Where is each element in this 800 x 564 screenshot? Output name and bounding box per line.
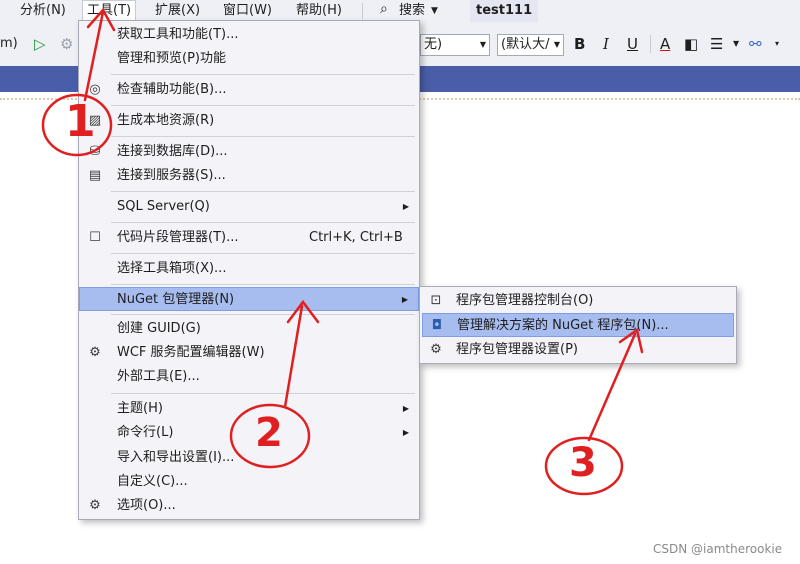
search-button[interactable]: 搜索 — [399, 0, 425, 22]
menu-item-label: 连接到数据库(D)... — [117, 144, 228, 159]
gear-icon: ⚙ — [430, 342, 442, 357]
toolbar-config-text[interactable]: m) — [0, 36, 18, 51]
menu-item-label: 获取工具和功能(T)... — [117, 27, 239, 42]
menu-item-get-tools[interactable]: 获取工具和功能(T)... — [79, 23, 419, 47]
menu-item-local-resources[interactable]: ▨ 生成本地资源(R) — [79, 109, 419, 133]
server-connect-icon: ▤ — [88, 168, 102, 183]
nuget-package-icon: ◘ — [431, 318, 443, 333]
chevron-down-icon: ▼ — [553, 40, 560, 49]
gear-icon: ⚙ — [89, 498, 101, 513]
menu-separator — [111, 253, 415, 254]
italic-button[interactable]: I — [603, 35, 609, 53]
menu-separator — [111, 314, 415, 315]
font-combo-value: 无) — [424, 37, 443, 52]
menu-item-accessibility[interactable]: ◎ 检查辅助功能(B)... — [79, 78, 419, 102]
menu-item-shortcut: Ctrl+K, Ctrl+B — [309, 230, 403, 245]
font-color-button[interactable]: A — [660, 35, 670, 53]
menu-item-label: 检查辅助功能(B)... — [117, 82, 227, 97]
tool-icon[interactable]: ⚙ — [60, 35, 73, 53]
menu-item-label: 生成本地资源(R) — [117, 113, 215, 128]
submenu-item-settings[interactable]: ⚙ 程序包管理器设置(P) — [420, 338, 736, 362]
menu-item-nuget[interactable]: NuGet 包管理器(N) ▶ — [79, 287, 419, 311]
menu-item-label: 管理解决方案的 NuGet 程序包(N)... — [457, 318, 669, 333]
menu-item-choose-toolbox[interactable]: 选择工具箱项(X)... — [79, 257, 419, 281]
menu-tools[interactable]: 工具(T) — [82, 0, 137, 22]
menu-item-create-guid[interactable]: 创建 GUID(G) — [79, 317, 419, 341]
menu-item-label: 主题(H) — [117, 401, 163, 416]
menu-separator — [111, 74, 415, 75]
menu-item-label: 程序包管理器设置(P) — [456, 342, 578, 357]
menu-item-label: 连接到服务器(S)... — [117, 168, 226, 183]
menu-separator — [111, 136, 415, 137]
menu-item-import-export[interactable]: 导入和导出设置(I)... — [79, 446, 419, 470]
menu-item-sql-server[interactable]: SQL Server(Q) ▶ — [79, 195, 419, 219]
menu-extensions[interactable]: 扩展(X) — [151, 0, 204, 22]
tools-menu: 获取工具和功能(T)... 管理和预览(P)功能 ◎ 检查辅助功能(B)... … — [78, 20, 420, 520]
search-icon[interactable]: ⌕ — [380, 1, 388, 17]
annotation-number-1: 1 — [65, 96, 96, 147]
menu-item-label: NuGet 包管理器(N) — [117, 292, 235, 307]
menu-separator — [111, 284, 415, 285]
submenu-arrow-icon: ▶ — [402, 404, 409, 413]
background-color-icon[interactable]: ◧ — [684, 35, 698, 53]
menu-separator — [111, 222, 415, 223]
menu-item-options[interactable]: ⚙ 选项(O)... — [79, 494, 419, 518]
menu-separator — [362, 3, 363, 19]
annotation-number-3: 3 — [569, 440, 597, 486]
menu-item-label: 代码片段管理器(T)... — [117, 230, 239, 245]
submenu-arrow-icon: ▶ — [401, 295, 408, 304]
toolbar-separator — [650, 35, 651, 53]
watermark: CSDN @iamtherookie — [653, 542, 783, 556]
menu-item-theme[interactable]: 主题(H) ▶ — [79, 397, 419, 421]
menu-item-external-tools[interactable]: 外部工具(E)... — [79, 365, 419, 389]
annotation-number-2: 2 — [255, 410, 283, 456]
submenu-arrow-icon: ▶ — [402, 428, 409, 437]
snippet-icon: ☐ — [89, 230, 101, 245]
menu-item-customize[interactable]: 自定义(C)... — [79, 470, 419, 494]
project-name: test111 — [470, 0, 539, 22]
menu-help[interactable]: 帮助(H) — [292, 0, 346, 22]
submenu-item-manage-packages[interactable]: ◘ 管理解决方案的 NuGet 程序包(N)... — [422, 313, 734, 337]
menu-item-snippet-manager[interactable]: ☐ 代码片段管理器(T)... Ctrl+K, Ctrl+B — [79, 226, 419, 250]
bold-button[interactable]: B — [574, 35, 585, 53]
menu-item-label: 导入和导出设置(I)... — [117, 450, 235, 465]
chevron-down-icon: ▼ — [479, 40, 486, 49]
menu-item-manage-preview[interactable]: 管理和预览(P)功能 — [79, 47, 419, 71]
menu-separator — [111, 393, 415, 394]
menu-separator — [111, 105, 415, 106]
menu-item-connect-database[interactable]: ⛁ 连接到数据库(D)... — [79, 140, 419, 164]
menu-item-label: 选项(O)... — [117, 498, 176, 513]
start-icon[interactable]: ▷ — [34, 35, 46, 53]
chevron-down-icon[interactable]: ▼ — [431, 0, 438, 22]
overflow-icon[interactable]: ▾ — [775, 35, 779, 53]
submenu-item-console[interactable]: ⊡ 程序包管理器控制台(O) — [420, 289, 736, 313]
menu-item-label: WCF 服务配置编辑器(W) — [117, 345, 265, 360]
menu-item-label: 自定义(C)... — [117, 474, 188, 489]
menu-item-wcf-editor[interactable]: ⚙ WCF 服务配置编辑器(W) — [79, 341, 419, 365]
menu-item-label: 外部工具(E)... — [117, 369, 200, 384]
font-size-combo-value: (默认大/ — [501, 37, 550, 52]
menu-bar: 分析(N) 工具(T) 扩展(X) 窗口(W) 帮助(H) ⌕ 搜索 ▼ tes… — [0, 0, 800, 22]
align-icon[interactable]: ☰ — [710, 35, 723, 53]
font-size-combo[interactable]: (默认大/ ▼ — [497, 34, 564, 56]
wcf-config-icon: ⚙ — [89, 345, 101, 360]
menu-item-label: 管理和预览(P)功能 — [117, 51, 226, 66]
menu-item-label: 命令行(L) — [117, 425, 174, 440]
link-icon[interactable]: ⚯ — [749, 35, 762, 53]
menu-analyze[interactable]: 分析(N) — [16, 0, 70, 22]
console-icon: ⊡ — [430, 293, 442, 308]
menu-item-label: SQL Server(Q) — [117, 199, 210, 214]
menu-item-label: 程序包管理器控制台(O) — [456, 293, 594, 308]
menu-item-command-line[interactable]: 命令行(L) ▶ — [79, 421, 419, 445]
nuget-submenu: ⊡ 程序包管理器控制台(O) ◘ 管理解决方案的 NuGet 程序包(N)...… — [419, 286, 737, 364]
font-combo[interactable]: 无) ▼ — [420, 34, 490, 56]
menu-item-label: 创建 GUID(G) — [117, 321, 201, 336]
chevron-down-icon[interactable]: ▼ — [733, 35, 739, 53]
menu-window[interactable]: 窗口(W) — [219, 0, 276, 22]
menu-item-connect-server[interactable]: ▤ 连接到服务器(S)... — [79, 164, 419, 188]
menu-item-label: 选择工具箱项(X)... — [117, 261, 227, 276]
submenu-arrow-icon: ▶ — [402, 202, 409, 211]
menu-separator — [111, 191, 415, 192]
underline-button[interactable]: U — [627, 35, 638, 53]
